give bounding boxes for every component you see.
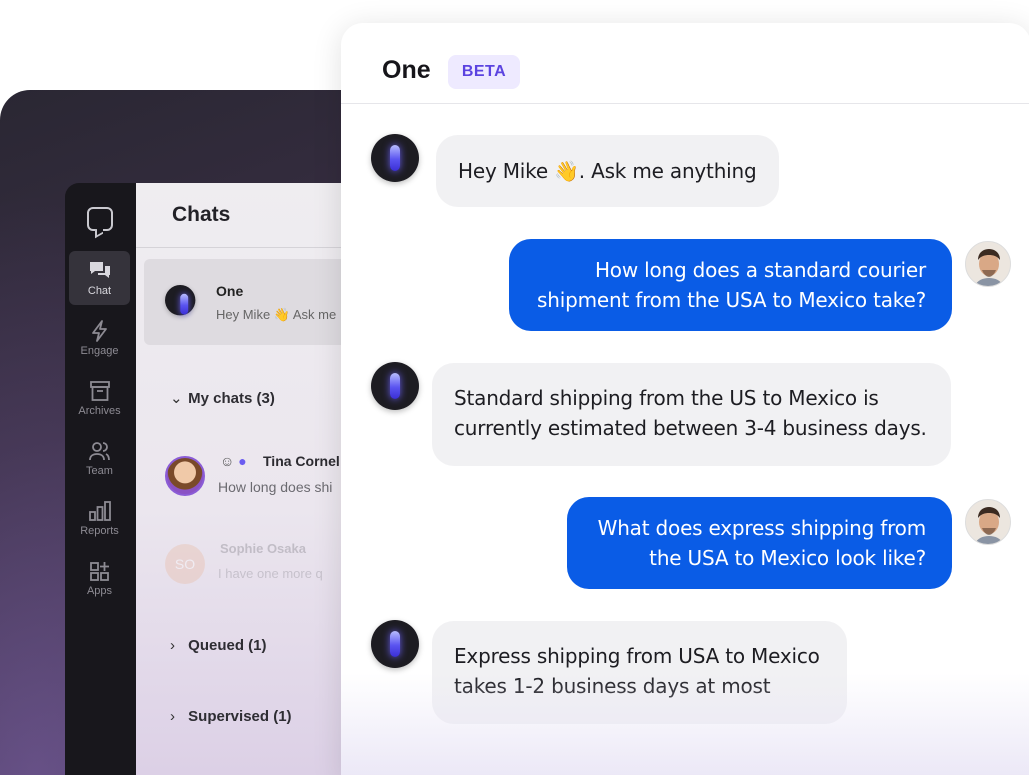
chevron-down-icon: ⌄ — [170, 390, 183, 407]
chat-preview: How long does shi — [218, 479, 333, 495]
message-line: How long does a standard courier — [594, 258, 926, 282]
bot-avatar — [371, 620, 419, 668]
message-line: shipment from the USA to Mexico take? — [537, 288, 926, 312]
sidebar-item-label: Apps — [86, 585, 113, 597]
messenger-icon: ● — [238, 453, 247, 469]
message-line: takes 1-2 business days at most — [454, 674, 771, 698]
chat-list-title: Chats — [172, 203, 231, 226]
pinned-chat-one[interactable]: One Hey Mike 👋 Ask me — [144, 259, 365, 345]
beta-badge: BETA — [448, 55, 520, 89]
sidebar-item-reports[interactable]: Reports — [69, 491, 130, 545]
chat-name: Sophie Osaka — [220, 541, 306, 556]
sidebar-item-archives[interactable]: Archives — [69, 371, 130, 425]
user-avatar — [965, 499, 1011, 545]
team-icon — [88, 442, 110, 461]
sidebar-item-engage[interactable]: Engage — [69, 311, 130, 365]
divider — [136, 247, 365, 248]
avatar — [165, 456, 205, 496]
logo-icon — [87, 207, 113, 231]
sidebar-item-label: Engage — [80, 345, 119, 357]
chat-preview: I have one more q — [218, 566, 323, 581]
message-text: Hey Mike 👋. Ask me anything — [458, 159, 757, 183]
smiley-icon: ☺ — [220, 453, 235, 469]
avatar: SO — [165, 544, 205, 584]
user-avatar — [965, 241, 1011, 287]
apps-icon — [89, 562, 109, 581]
bot-message: Hey Mike 👋. Ask me anything — [436, 135, 779, 207]
conversation-title: One — [382, 56, 431, 84]
message-line: Standard shipping from the US to Mexico … — [454, 386, 879, 410]
sidebar-item-chat[interactable]: Chat — [69, 251, 130, 305]
lightning-icon — [91, 320, 107, 342]
channel-icons: ☺ ● — [220, 453, 247, 469]
bot-avatar — [371, 362, 419, 410]
message-line: Express shipping from USA to Mexico — [454, 644, 820, 668]
chat-preview: Hey Mike 👋 Ask me — [216, 307, 337, 322]
bot-avatar — [165, 285, 203, 323]
section-my-chats[interactable]: ⌄ My chats (3) — [170, 389, 275, 407]
message-line: currently estimated between 3-4 business… — [454, 416, 927, 440]
section-label: Supervised (1) — [188, 708, 292, 725]
user-message: What does express shipping from the USA … — [567, 497, 952, 589]
app-frame: Chat Engage Archives Team Reports Apps C… — [65, 183, 365, 775]
bot-message: Standard shipping from the US to Mexico … — [432, 363, 951, 466]
bot-message: Express shipping from USA to Mexico take… — [432, 621, 847, 724]
chat-icon — [89, 262, 110, 278]
archive-icon — [89, 381, 110, 401]
section-supervised[interactable]: › Supervised (1) — [170, 708, 292, 725]
chevron-right-icon: › — [170, 637, 175, 654]
sidebar-item-label: Chat — [87, 285, 112, 297]
user-message: How long does a standard courier shipmen… — [509, 239, 952, 331]
chat-name: One — [216, 283, 244, 299]
sidebar-item-label: Team — [86, 465, 113, 477]
sidebar-item-label: Reports — [80, 525, 119, 537]
bot-avatar — [371, 134, 419, 182]
reports-icon — [88, 501, 111, 521]
message-line: the USA to Mexico look like? — [649, 546, 926, 570]
user-photo-icon — [966, 242, 1010, 286]
sidebar-item-apps[interactable]: Apps — [69, 551, 130, 605]
conversation-header: One BETA — [341, 23, 1029, 104]
sidebar-item-label: Archives — [78, 405, 121, 417]
conversation-window: One BETA Hey Mike 👋. Ask me anything How… — [341, 23, 1029, 775]
sidebar-item-team[interactable]: Team — [69, 431, 130, 485]
user-photo-icon — [966, 500, 1010, 544]
message-line: What does express shipping from — [597, 516, 927, 540]
chat-list-panel: Chats One Hey Mike 👋 Ask me ⌄ My chats (… — [136, 183, 365, 775]
sidebar-rail: Chat Engage Archives Team Reports Apps — [65, 183, 136, 775]
section-label: Queued (1) — [188, 637, 267, 654]
chat-name: Tina Cornel — [263, 453, 340, 469]
section-label: My chats (3) — [188, 390, 275, 407]
section-queued[interactable]: › Queued (1) — [170, 637, 267, 654]
chevron-right-icon: › — [170, 708, 175, 725]
